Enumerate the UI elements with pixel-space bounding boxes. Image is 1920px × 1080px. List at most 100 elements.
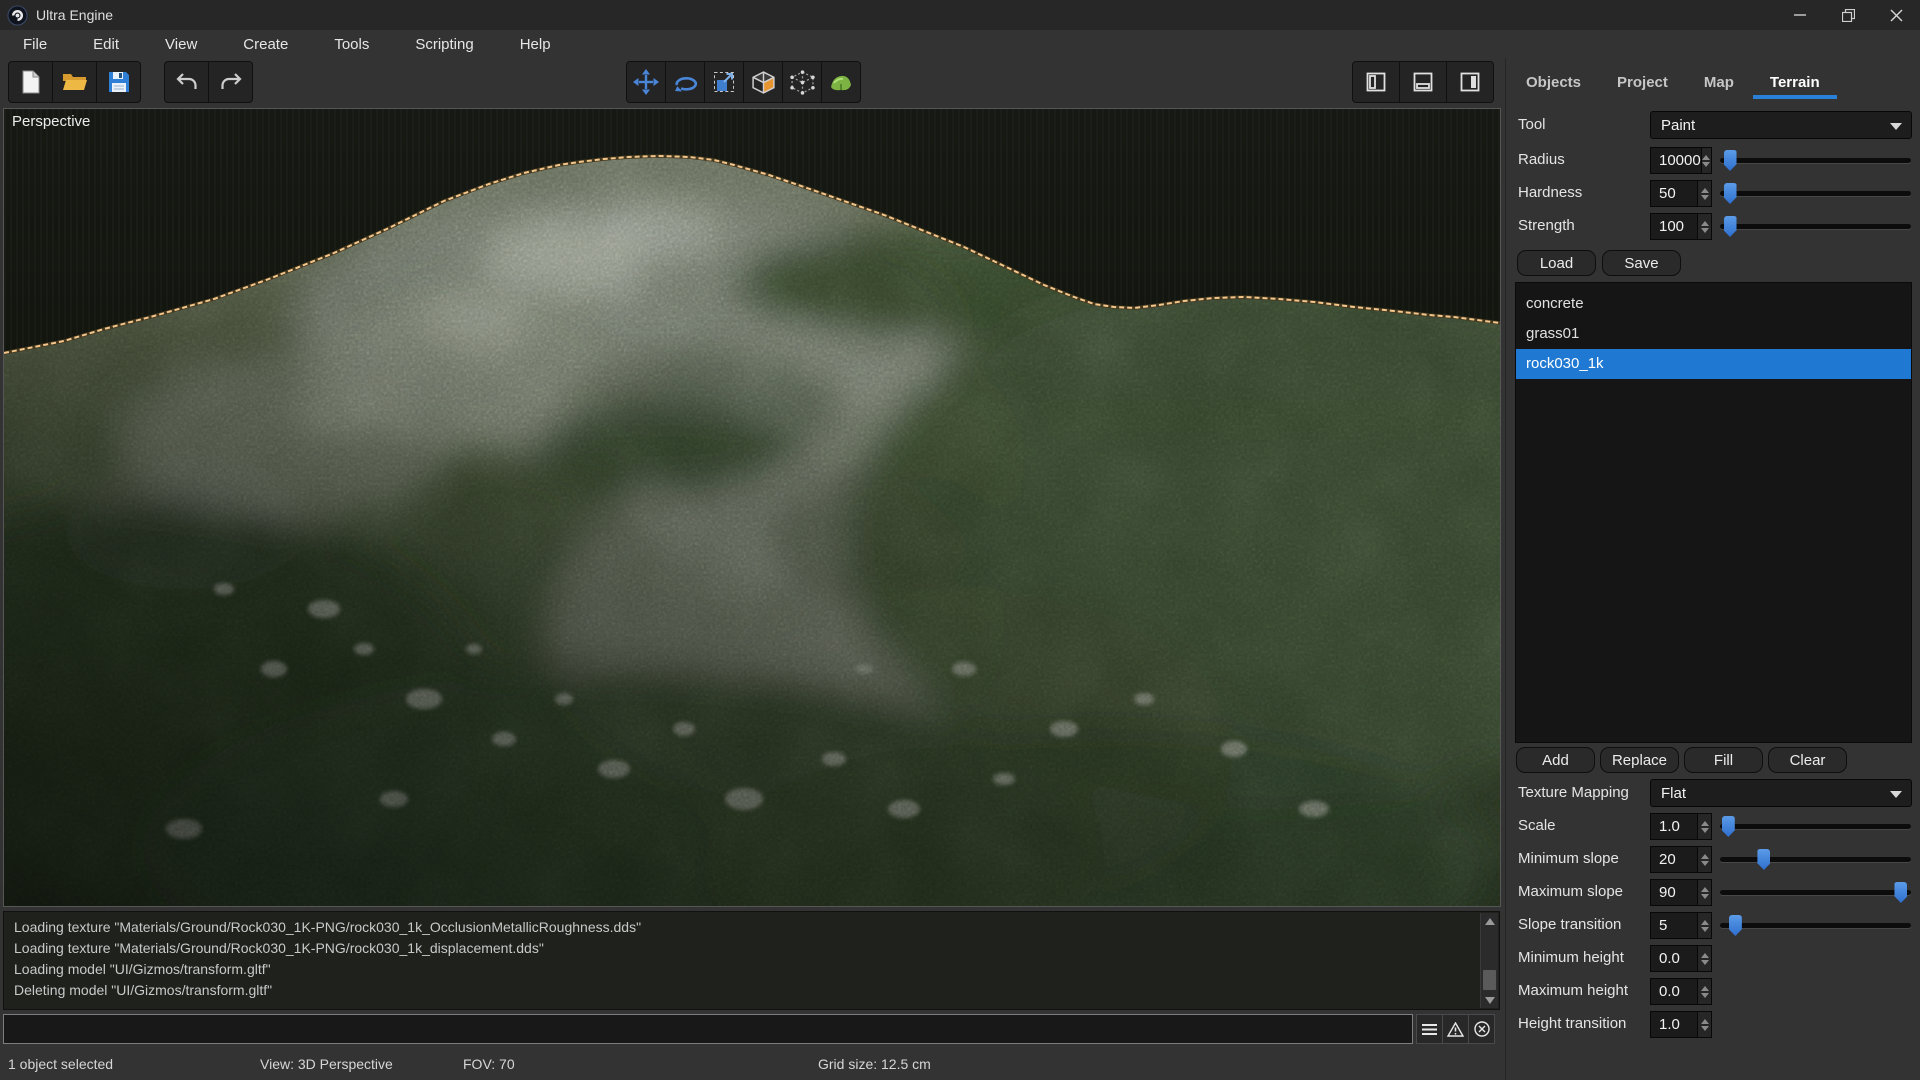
save-button[interactable]: Save (1602, 250, 1681, 276)
hardness-spinner[interactable] (1697, 181, 1711, 206)
app-logo-icon (7, 5, 28, 26)
console-line: Loading texture "Materials/Ground/Rock03… (14, 938, 1475, 959)
terrain-sculpt-button[interactable] (821, 61, 861, 103)
scale-slider-thumb[interactable] (1722, 816, 1735, 837)
tab-map[interactable]: Map (1704, 74, 1734, 91)
layout-right-button[interactable] (1446, 61, 1494, 103)
texture-item-concrete[interactable]: concrete (1516, 289, 1911, 319)
minimum-height-label: Minimum height (1518, 949, 1624, 966)
load-button[interactable]: Load (1517, 250, 1596, 276)
layout-left-button[interactable] (1352, 61, 1400, 103)
rotate-button[interactable] (665, 61, 705, 103)
tab-terrain[interactable]: Terrain (1770, 74, 1820, 91)
height-transition-field[interactable]: 1.0 (1650, 1011, 1712, 1038)
new-file-icon (21, 70, 41, 94)
slope-transition-field[interactable]: 5 (1650, 912, 1712, 939)
wireframe-mode-icon (790, 70, 815, 95)
maximum-height-field[interactable]: 0.0 (1650, 978, 1712, 1005)
minimize-button[interactable] (1776, 0, 1824, 30)
fill-button[interactable]: Fill (1684, 747, 1763, 773)
log-list-button[interactable] (1416, 1014, 1443, 1044)
strength-field[interactable]: 100 (1650, 213, 1712, 240)
texture-item-grass01[interactable]: grass01 (1516, 319, 1911, 349)
slope-transition-slider[interactable] (1720, 915, 1911, 936)
minimum-slope-slider[interactable] (1720, 849, 1911, 870)
hardness-slider-thumb[interactable] (1724, 183, 1737, 204)
menu-scripting[interactable]: Scripting (415, 36, 473, 53)
scale-value: 1.0 (1651, 814, 1697, 839)
slope-transition-slider-thumb[interactable] (1729, 915, 1742, 936)
terrain-render (4, 109, 1500, 906)
move-button[interactable] (626, 61, 666, 103)
console-scrollbar[interactable] (1480, 913, 1498, 1008)
strength-spinner[interactable] (1697, 214, 1711, 239)
save-button[interactable] (96, 61, 141, 103)
menu-file[interactable]: File (23, 36, 47, 53)
solid-mode-button[interactable] (743, 61, 783, 103)
clear-button[interactable]: Clear (1768, 747, 1847, 773)
minimum-slope-field[interactable]: 20 (1650, 846, 1712, 873)
radius-slider-thumb[interactable] (1724, 150, 1737, 171)
log-list-icon (1422, 1023, 1437, 1036)
close-button[interactable] (1872, 0, 1920, 30)
menu-view[interactable]: View (165, 36, 197, 53)
clear-errors-button[interactable] (1468, 1014, 1495, 1044)
minimum-height-spinner[interactable] (1697, 946, 1711, 971)
scale-slider[interactable] (1720, 816, 1911, 837)
restore-button[interactable] (1824, 0, 1872, 30)
maximum-height-label: Maximum height (1518, 982, 1628, 999)
wireframe-mode-button[interactable] (782, 61, 822, 103)
viewport-label: Perspective (12, 113, 90, 130)
texture-item-rock030-1k[interactable]: rock030_1k (1516, 349, 1911, 379)
radius-field[interactable]: 10000 (1650, 147, 1712, 174)
scale-button[interactable] (704, 61, 744, 103)
warning-button[interactable] (1442, 1014, 1469, 1044)
tool-dropdown[interactable]: Paint (1650, 111, 1912, 139)
maximum-slope-row: Maximum slope90 (1506, 879, 1920, 906)
height-transition-spinner[interactable] (1697, 1012, 1711, 1037)
maximum-slope-field[interactable]: 90 (1650, 879, 1712, 906)
menu-edit[interactable]: Edit (93, 36, 119, 53)
new-file-button[interactable] (8, 61, 53, 103)
texture-mapping-dropdown[interactable]: Flat (1650, 779, 1912, 807)
terrain-panel: Objects Project Map Terrain Tool Paint Radi… (1505, 58, 1920, 1080)
hardness-field[interactable]: 50 (1650, 180, 1712, 207)
tab-project[interactable]: Project (1617, 74, 1668, 91)
menu-create[interactable]: Create (243, 36, 288, 53)
maximum-slope-slider-thumb[interactable] (1894, 882, 1907, 903)
slope-transition-value: 5 (1651, 913, 1697, 938)
layout-bottom-button[interactable] (1399, 61, 1447, 103)
tool-label: Tool (1518, 116, 1546, 133)
tab-objects[interactable]: Objects (1526, 74, 1581, 91)
minimum-slope-spinner[interactable] (1697, 847, 1711, 872)
maximum-height-value: 0.0 (1651, 979, 1697, 1004)
menu-help[interactable]: Help (520, 36, 551, 53)
maximum-slope-slider[interactable] (1720, 882, 1911, 903)
add-button[interactable]: Add (1516, 747, 1595, 773)
radius-label: Radius (1518, 151, 1565, 168)
replace-button[interactable]: Replace (1600, 747, 1679, 773)
slope-transition-spinner[interactable] (1697, 913, 1711, 938)
scroll-thumb[interactable] (1483, 970, 1496, 990)
scroll-down-icon[interactable] (1481, 992, 1498, 1008)
viewport-3d[interactable]: Perspective (3, 108, 1501, 907)
radius-spinner[interactable] (1701, 148, 1711, 173)
menu-tools[interactable]: Tools (334, 36, 369, 53)
radius-slider[interactable] (1720, 150, 1911, 171)
scale-spinner[interactable] (1697, 814, 1711, 839)
undo-button[interactable] (164, 61, 209, 103)
radius-value: 10000 (1651, 148, 1701, 173)
hardness-slider[interactable] (1720, 183, 1911, 204)
minimum-height-field[interactable]: 0.0 (1650, 945, 1712, 972)
scale-field[interactable]: 1.0 (1650, 813, 1712, 840)
rotate-icon (672, 72, 699, 92)
redo-button[interactable] (208, 61, 253, 103)
strength-slider-thumb[interactable] (1724, 216, 1737, 237)
minimum-slope-slider-thumb[interactable] (1757, 849, 1770, 870)
maximum-height-spinner[interactable] (1697, 979, 1711, 1004)
maximum-slope-spinner[interactable] (1697, 880, 1711, 905)
open-folder-button[interactable] (52, 61, 97, 103)
strength-slider[interactable] (1720, 216, 1911, 237)
command-input[interactable] (3, 1014, 1413, 1044)
scroll-up-icon[interactable] (1481, 913, 1498, 929)
